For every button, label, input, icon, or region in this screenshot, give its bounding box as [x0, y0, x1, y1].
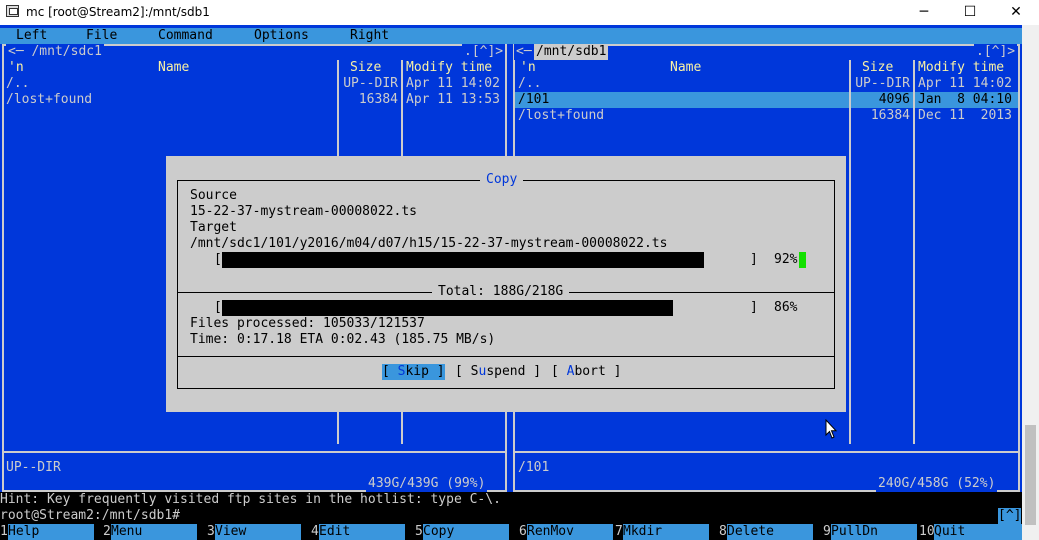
command-line[interactable]: root@Stream2:/mnt/sdb1# [^] — [0, 508, 1022, 524]
menu-command[interactable]: Command — [158, 28, 213, 44]
maximize-button[interactable]: ☐ — [947, 0, 993, 25]
command-history-button[interactable]: [^] — [998, 508, 1022, 524]
right-status-text: /101 — [518, 460, 550, 475]
right-header-size[interactable]: Size — [862, 60, 893, 76]
left-header-size[interactable]: Size — [350, 60, 381, 76]
progress-open-bracket: [ — [214, 252, 222, 267]
copy-dialog-title: Copy — [480, 172, 524, 188]
file-modify-time: Apr 11 13:53 — [406, 92, 500, 107]
close-button[interactable]: ✕ — [993, 0, 1039, 25]
total-progress-fill — [222, 300, 673, 316]
hint-line: Hint: Key frequently visited ftp sites i… — [0, 492, 1022, 508]
fkey-pulldn[interactable]: 9 PullDn — [823, 524, 917, 540]
time-eta: Time: 0:17.18 ETA 0:02.43 (185.75 MB/s) — [190, 332, 496, 347]
fkey-quit[interactable]: 10 Quit — [919, 524, 1022, 540]
right-column-divider — [913, 60, 915, 444]
progress-close-bracket: ] — [750, 252, 758, 267]
menu-right[interactable]: Right — [350, 28, 389, 44]
file-name: /.. — [518, 76, 542, 91]
terminal-app-icon — [6, 5, 19, 17]
right-column-divider — [849, 60, 851, 444]
source-label: Source — [190, 188, 237, 203]
file-name: /101 — [518, 92, 550, 107]
right-panel-path[interactable]: /mnt/sdb1 — [534, 44, 609, 60]
function-key-bar: 1 Help 2 Menu 3 View 4 Edit 5 Copy 6 RenMov 7M… — [0, 524, 1022, 540]
left-header-modify[interactable]: Modify time — [406, 60, 492, 76]
left-status-text: UP--DIR — [6, 460, 61, 475]
left-panel-title-controls[interactable]: .[^]> — [462, 44, 506, 60]
fkey-delete[interactable]: 8 Delete — [719, 524, 813, 540]
left-header-name[interactable]: Name — [158, 60, 189, 76]
hint-text: Hint: Key frequently visited ftp sites i… — [0, 492, 501, 507]
terminal-cursor — [799, 252, 806, 268]
progress-close-bracket: ] — [750, 300, 758, 315]
file-modify-time: Apr 11 14:02 — [918, 76, 1012, 91]
menu-bar: Left File Command Options Right — [0, 28, 1022, 44]
menu-file[interactable]: File — [86, 28, 117, 44]
minimize-button[interactable]: ─ — [901, 0, 947, 25]
file-modify-time: Dec 11 2013 — [918, 108, 1012, 123]
target-value: /mnt/sdc1/101/y2016/m04/d07/h15/15-22-37… — [190, 236, 668, 251]
file-name: /lost+found — [6, 92, 93, 107]
total-label: Total: 188G/218G — [432, 284, 570, 300]
right-panel-title-controls[interactable]: .[^]> — [974, 44, 1018, 60]
right-header-name[interactable]: Name — [670, 60, 701, 76]
right-header-modify[interactable]: Modify time — [918, 60, 1004, 76]
suspend-button[interactable]: [ Suspend ] — [455, 364, 541, 380]
right-sort-marker[interactable]: 'n — [520, 60, 536, 76]
fkey-renmov[interactable]: 6 RenMov — [519, 524, 613, 540]
file-name: /.. — [6, 76, 30, 91]
dialog-separator — [177, 356, 835, 357]
fkey-help[interactable]: 1 Help — [0, 524, 94, 540]
right-panel-back[interactable]: <─ — [514, 44, 534, 60]
skip-button[interactable]: [ Skip ] — [382, 364, 445, 380]
menu-options[interactable]: Options — [254, 28, 309, 44]
target-label: Target — [190, 220, 237, 235]
file-modify-time: Jan 8 04:10 — [918, 92, 1012, 107]
file-modify-time: Apr 11 14:02 — [406, 76, 500, 91]
right-status-divider — [513, 451, 1020, 453]
menu-left[interactable]: Left — [16, 28, 47, 44]
fkey-mkdir[interactable]: 7 Mkdir — [615, 524, 709, 540]
left-sort-marker[interactable]: 'n — [8, 60, 24, 76]
left-status-divider — [2, 451, 507, 453]
selection-highlight — [515, 92, 849, 108]
file-progress-percent: 92% — [774, 252, 798, 267]
file-size: 4096 — [878, 92, 910, 107]
fkey-menu[interactable]: 2 Menu — [103, 524, 197, 540]
progress-open-bracket: [ — [214, 300, 222, 315]
window-titlebar: mc [root@Stream2]:/mnt/sdb1 ─ ☐ ✕ — [0, 0, 1039, 25]
vertical-scrollbar[interactable] — [1022, 25, 1039, 540]
command-prompt[interactable]: root@Stream2:/mnt/sdb1# — [0, 508, 180, 524]
copy-dialog[interactable]: Copy Source 15-22-37-mystream-00008022.t… — [166, 156, 846, 412]
file-size: UP--DIR — [343, 76, 398, 91]
fkey-view[interactable]: 3 View — [207, 524, 301, 540]
files-processed: Files processed: 105033/121537 — [190, 316, 425, 331]
total-progress-percent: 86% — [774, 300, 798, 315]
left-panel-path[interactable]: <─ /mnt/sdc1 — [6, 44, 104, 60]
window-title: mc [root@Stream2]:/mnt/sdb1 — [26, 5, 210, 19]
scrollbar-thumb[interactable] — [1025, 425, 1036, 525]
source-value: 15-22-37-mystream-00008022.ts — [190, 204, 417, 219]
file-size: UP--DIR — [855, 76, 910, 91]
file-name: /lost+found — [518, 108, 605, 123]
left-disk-usage: 439G/439G (99%) — [366, 476, 488, 492]
mouse-pointer-icon — [825, 419, 838, 439]
right-disk-usage: 240G/458G (52%) — [876, 476, 998, 492]
abort-button[interactable]: [ Abort ] — [551, 364, 621, 380]
file-size: 16384 — [358, 92, 398, 107]
file-progress-fill — [222, 252, 704, 268]
file-size: 16384 — [870, 108, 910, 123]
fkey-copy[interactable]: 5 Copy — [415, 524, 509, 540]
fkey-edit[interactable]: 4 Edit — [311, 524, 405, 540]
